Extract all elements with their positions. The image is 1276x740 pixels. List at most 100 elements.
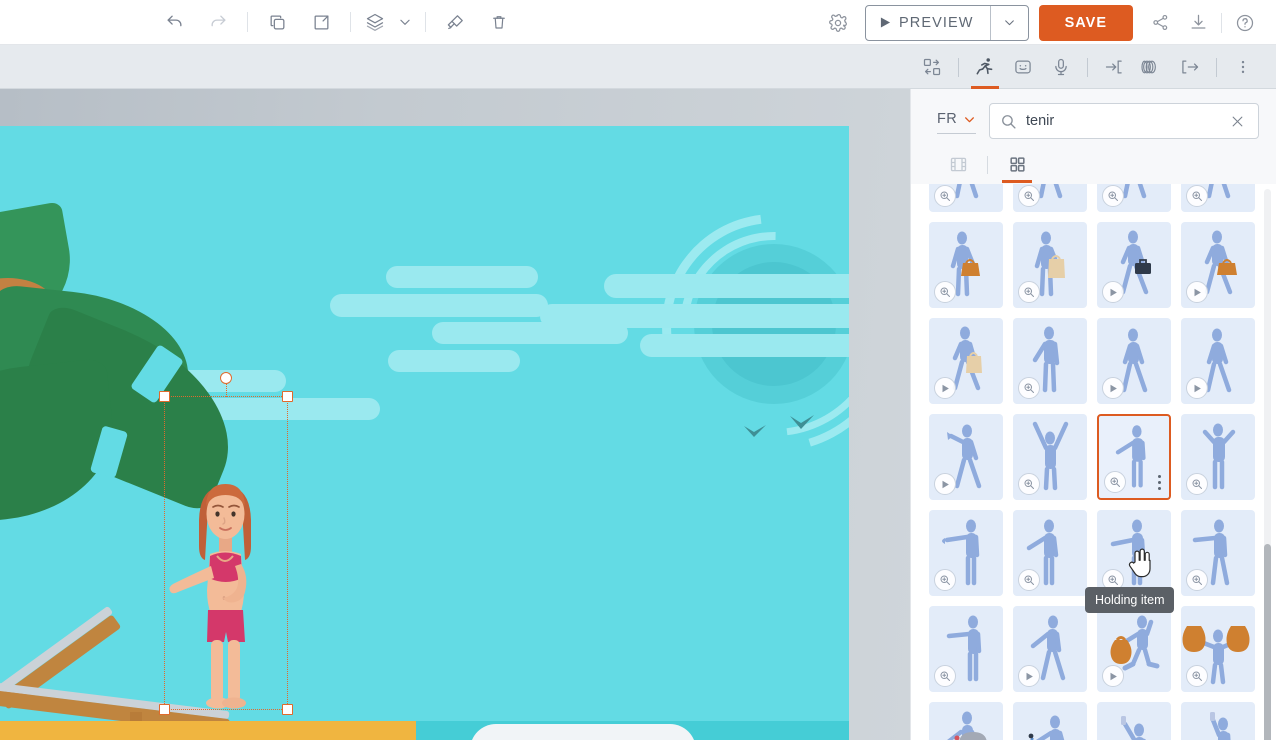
zoom-badge-icon[interactable]: [1104, 471, 1126, 493]
play-badge-icon[interactable]: [934, 473, 956, 495]
zoom-badge-icon[interactable]: [1018, 473, 1040, 495]
result-cell[interactable]: [929, 414, 1003, 500]
result-cell[interactable]: [1181, 702, 1255, 740]
redo-icon[interactable]: [196, 4, 240, 40]
result-cell[interactable]: [1097, 702, 1171, 740]
save-button[interactable]: SAVE: [1039, 5, 1133, 41]
result-cell[interactable]: [1013, 414, 1087, 500]
cell-more-icon[interactable]: [1158, 475, 1161, 490]
top-toolbar: PREVIEW SAVE: [0, 0, 1276, 45]
undo-icon[interactable]: [152, 4, 196, 40]
zoom-badge-icon[interactable]: [1186, 569, 1208, 591]
search-box[interactable]: [989, 103, 1259, 139]
play-badge-icon[interactable]: [934, 377, 956, 399]
enter-icon[interactable]: [1095, 45, 1133, 89]
zoom-badge-icon[interactable]: [934, 185, 956, 207]
result-cell[interactable]: [929, 222, 1003, 308]
toolbar-divider: [1216, 58, 1217, 77]
share-icon[interactable]: [1141, 4, 1179, 42]
play-badge-icon[interactable]: [1102, 281, 1124, 303]
voice-icon[interactable]: [1042, 45, 1080, 89]
tooltip: Holding item: [1085, 587, 1174, 613]
character-toolbar: [0, 45, 1276, 89]
loop-icon[interactable]: [1133, 45, 1171, 89]
result-cell[interactable]: [929, 606, 1003, 692]
result-cell[interactable]: [929, 702, 1003, 740]
result-cell[interactable]: [1181, 184, 1255, 212]
zoom-badge-icon[interactable]: [934, 569, 956, 591]
result-cell[interactable]: [929, 510, 1003, 596]
toolbar-divider: [350, 12, 351, 32]
beach-scene[interactable]: [0, 126, 849, 740]
result-cell[interactable]: [1097, 184, 1171, 212]
duplicate-icon[interactable]: [255, 4, 299, 40]
panel-header: FR: [911, 89, 1276, 184]
zoom-badge-icon[interactable]: [934, 281, 956, 303]
layers-icon[interactable]: [358, 4, 392, 40]
result-cell[interactable]: [1181, 606, 1255, 692]
result-cell[interactable]: [1097, 510, 1171, 596]
zoom-badge-icon[interactable]: [1186, 665, 1208, 687]
result-cell[interactable]: [1013, 510, 1087, 596]
help-icon[interactable]: [1226, 4, 1264, 42]
language-selector[interactable]: FR: [937, 111, 976, 134]
preview-dropdown-caret[interactable]: [990, 6, 1028, 40]
result-cell[interactable]: [1181, 414, 1255, 500]
play-badge-icon[interactable]: [1102, 665, 1124, 687]
cloud: [386, 266, 538, 288]
action-icon[interactable]: [966, 45, 1004, 89]
result-cell[interactable]: [929, 184, 1003, 212]
zoom-badge-icon[interactable]: [934, 665, 956, 687]
result-cell[interactable]: [1097, 222, 1171, 308]
zoom-badge-icon[interactable]: [1186, 473, 1208, 495]
results-grid: [929, 184, 1249, 740]
result-cell[interactable]: [1097, 318, 1171, 404]
zoom-badge-icon[interactable]: [1018, 185, 1040, 207]
result-cell[interactable]: [1181, 510, 1255, 596]
play-badge-icon[interactable]: [1018, 665, 1040, 687]
gear-icon[interactable]: [819, 4, 857, 42]
swap-icon[interactable]: [913, 45, 951, 89]
zoom-badge-icon[interactable]: [1186, 185, 1208, 207]
result-cell[interactable]: [1013, 184, 1087, 212]
trash-icon[interactable]: [477, 4, 521, 40]
result-cell[interactable]: [929, 318, 1003, 404]
cloud: [330, 294, 548, 317]
scrollbar-thumb[interactable]: [1264, 544, 1271, 740]
preview-button[interactable]: PREVIEW: [865, 5, 1029, 41]
results-grid-container[interactable]: [911, 184, 1276, 740]
chevron-down-icon[interactable]: [392, 4, 418, 40]
download-icon[interactable]: [1179, 4, 1217, 42]
character-woman-swimsuit[interactable]: [165, 398, 287, 711]
more-icon[interactable]: [1224, 45, 1262, 89]
zoom-badge-icon[interactable]: [1018, 281, 1040, 303]
close-icon[interactable]: [1226, 110, 1248, 132]
search-input[interactable]: [1026, 113, 1226, 129]
toolbar-divider: [247, 12, 248, 32]
emotion-icon[interactable]: [1004, 45, 1042, 89]
result-cell[interactable]: [1013, 702, 1087, 740]
zoom-badge-icon[interactable]: [1102, 185, 1124, 207]
result-cell[interactable]: [1181, 222, 1255, 308]
filmstrip-view-tab[interactable]: [933, 147, 983, 182]
cloud: [604, 274, 849, 298]
result-cell[interactable]: [1013, 222, 1087, 308]
play-badge-icon[interactable]: [1102, 377, 1124, 399]
play-icon: [880, 17, 891, 28]
cloud: [540, 304, 849, 328]
result-cell[interactable]: [1013, 606, 1087, 692]
brush-icon[interactable]: [433, 4, 477, 40]
play-badge-icon[interactable]: [1186, 281, 1208, 303]
zoom-badge-icon[interactable]: [1018, 377, 1040, 399]
result-cell[interactable]: [1013, 318, 1087, 404]
zoom-badge-icon[interactable]: [1018, 569, 1040, 591]
export-item-icon[interactable]: [299, 4, 343, 40]
result-cell[interactable]: [1097, 606, 1171, 692]
result-cell-selected[interactable]: [1097, 414, 1171, 500]
grid-view-tab[interactable]: [992, 147, 1042, 182]
result-cell[interactable]: [1181, 318, 1255, 404]
preview-label: PREVIEW: [899, 15, 974, 31]
exit-icon[interactable]: [1171, 45, 1209, 89]
play-badge-icon[interactable]: [1186, 377, 1208, 399]
canvas-stage[interactable]: [0, 89, 910, 740]
